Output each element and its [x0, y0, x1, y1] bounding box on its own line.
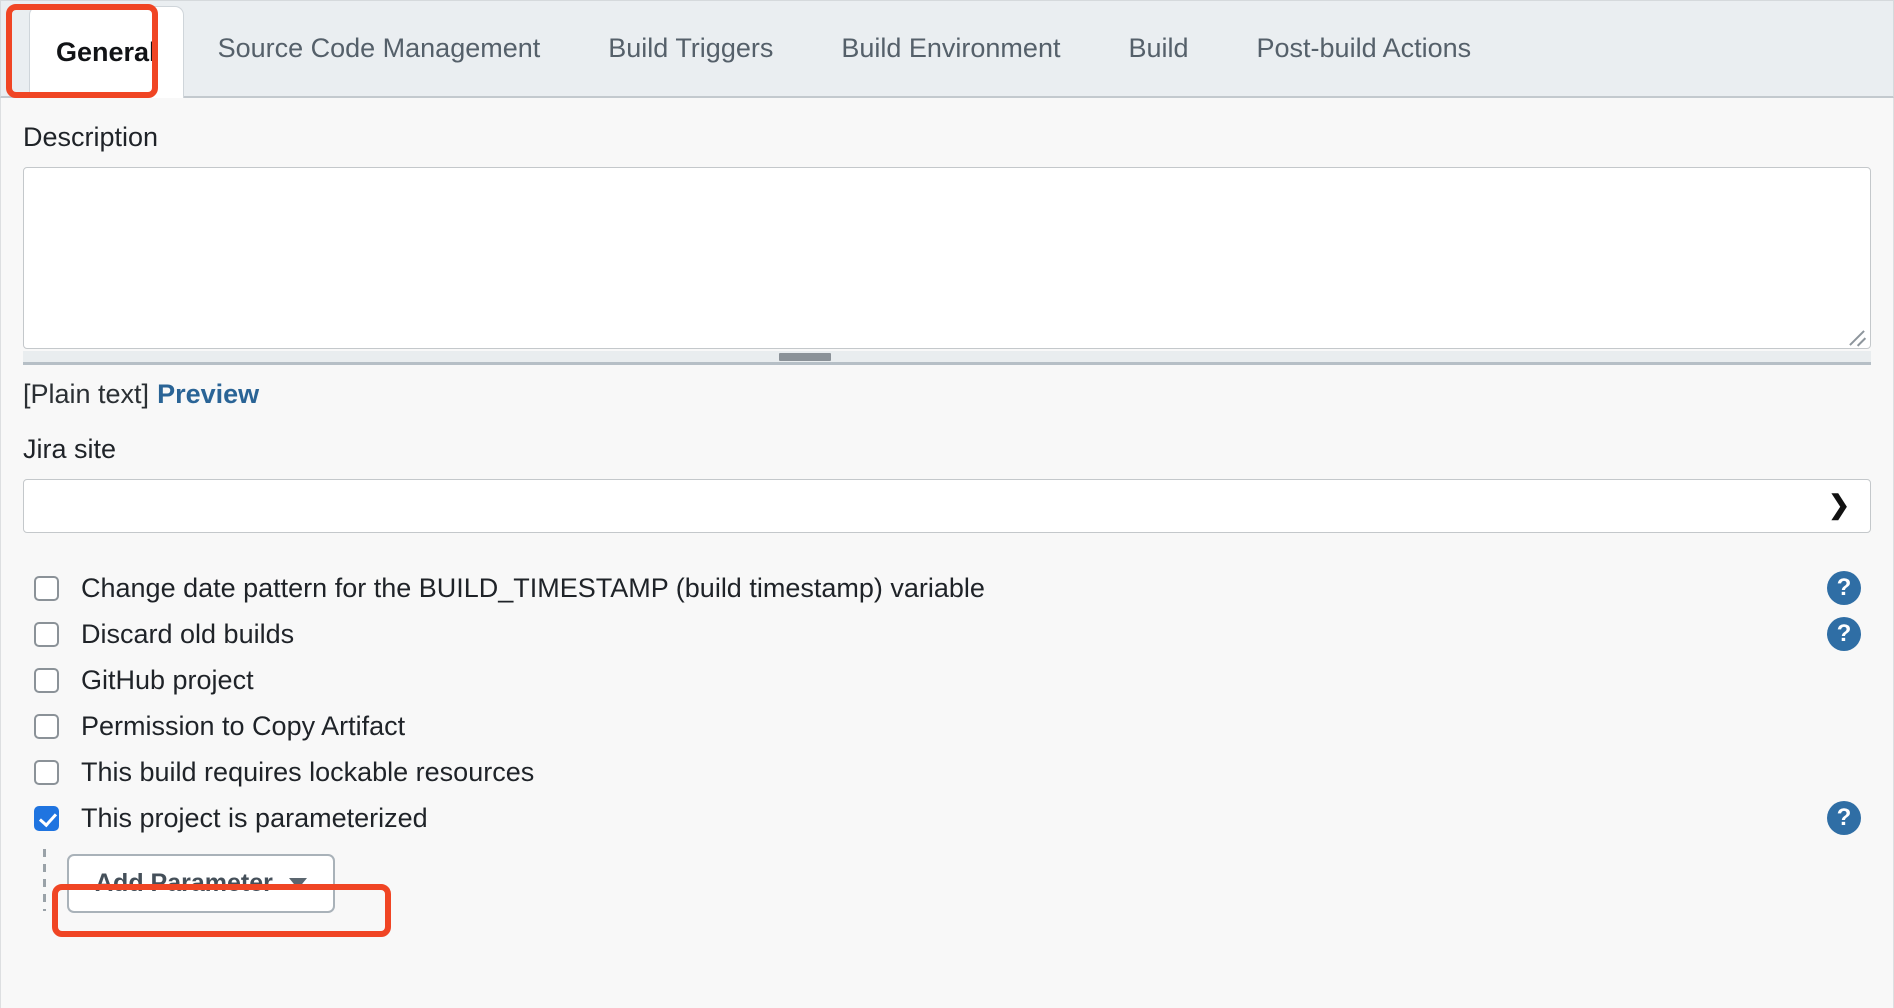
tab-general[interactable]: General [29, 6, 184, 98]
scrollbar-thumb[interactable] [779, 353, 831, 361]
checkbox-label-discard-old-builds[interactable]: Discard old builds [81, 619, 294, 650]
jira-site-select[interactable]: ❯ [23, 479, 1871, 533]
add-parameter-button[interactable]: Add Parameter [67, 853, 335, 913]
jira-site-label: Jira site [23, 434, 117, 464]
checkbox-row-project-parameterized[interactable]: This project is parameterized ? [23, 795, 1871, 841]
checkbox-label-github-project[interactable]: GitHub project [81, 665, 254, 696]
tab-post-build-actions[interactable]: Post-build Actions [1223, 0, 1506, 96]
checkbox-lockable-resources[interactable] [34, 759, 59, 785]
caret-down-icon [288, 877, 307, 889]
add-parameter-area: Add Parameter [23, 849, 1871, 913]
nested-guide-line [43, 849, 46, 911]
tab-build-triggers[interactable]: Build Triggers [574, 0, 807, 96]
preview-link[interactable]: Preview [157, 379, 259, 409]
description-label: Description [23, 122, 159, 152]
checkbox-row-discard-old-builds[interactable]: Discard old builds ? [23, 611, 1871, 657]
config-tabbar: General Source Code Management Build Tri… [0, 0, 1894, 98]
description-textarea[interactable] [23, 167, 1871, 349]
checkbox-label-permission-copy-artifact[interactable]: Permission to Copy Artifact [81, 711, 405, 742]
checkbox-permission-copy-artifact[interactable] [34, 713, 59, 739]
description-markup-row: [Plain text] Preview [23, 379, 1871, 410]
help-icon-project-parameterized[interactable]: ? [1827, 801, 1861, 835]
checkbox-label-lockable-resources[interactable]: This build requires lockable resources [81, 757, 534, 788]
add-parameter-label: Add Parameter [95, 868, 273, 897]
jenkins-job-config-page: General Source Code Management Build Tri… [0, 0, 1894, 1008]
checkbox-build-timestamp[interactable] [34, 575, 59, 601]
general-options-list: Change date pattern for the BUILD_TIMEST… [23, 565, 1871, 913]
checkbox-label-build-timestamp[interactable]: Change date pattern for the BUILD_TIMEST… [81, 573, 985, 604]
chevron-down-icon: ❯ [1828, 489, 1850, 520]
description-scrollbar[interactable] [23, 351, 1871, 365]
checkbox-row-permission-copy-artifact[interactable]: Permission to Copy Artifact [23, 703, 1871, 749]
help-icon-discard-old-builds[interactable]: ? [1827, 617, 1861, 651]
tab-source-code-management[interactable]: Source Code Management [184, 0, 575, 96]
checkbox-row-lockable-resources[interactable]: This build requires lockable resources [23, 749, 1871, 795]
general-tab-panel: Description [Plain text] Preview Jira sit… [0, 98, 1894, 1008]
resize-handle-icon[interactable] [1845, 324, 1867, 347]
checkbox-label-project-parameterized[interactable]: This project is parameterized [81, 803, 428, 834]
checkbox-github-project[interactable] [34, 667, 59, 693]
markup-type-label: [Plain text] [23, 379, 150, 409]
tab-build[interactable]: Build [1094, 0, 1222, 96]
checkbox-row-build-timestamp[interactable]: Change date pattern for the BUILD_TIMEST… [23, 565, 1871, 611]
checkbox-project-parameterized[interactable] [34, 805, 59, 831]
checkbox-discard-old-builds[interactable] [34, 621, 59, 647]
help-icon-build-timestamp[interactable]: ? [1827, 571, 1861, 605]
tab-build-environment[interactable]: Build Environment [807, 0, 1094, 96]
checkbox-row-github-project[interactable]: GitHub project [23, 657, 1871, 703]
